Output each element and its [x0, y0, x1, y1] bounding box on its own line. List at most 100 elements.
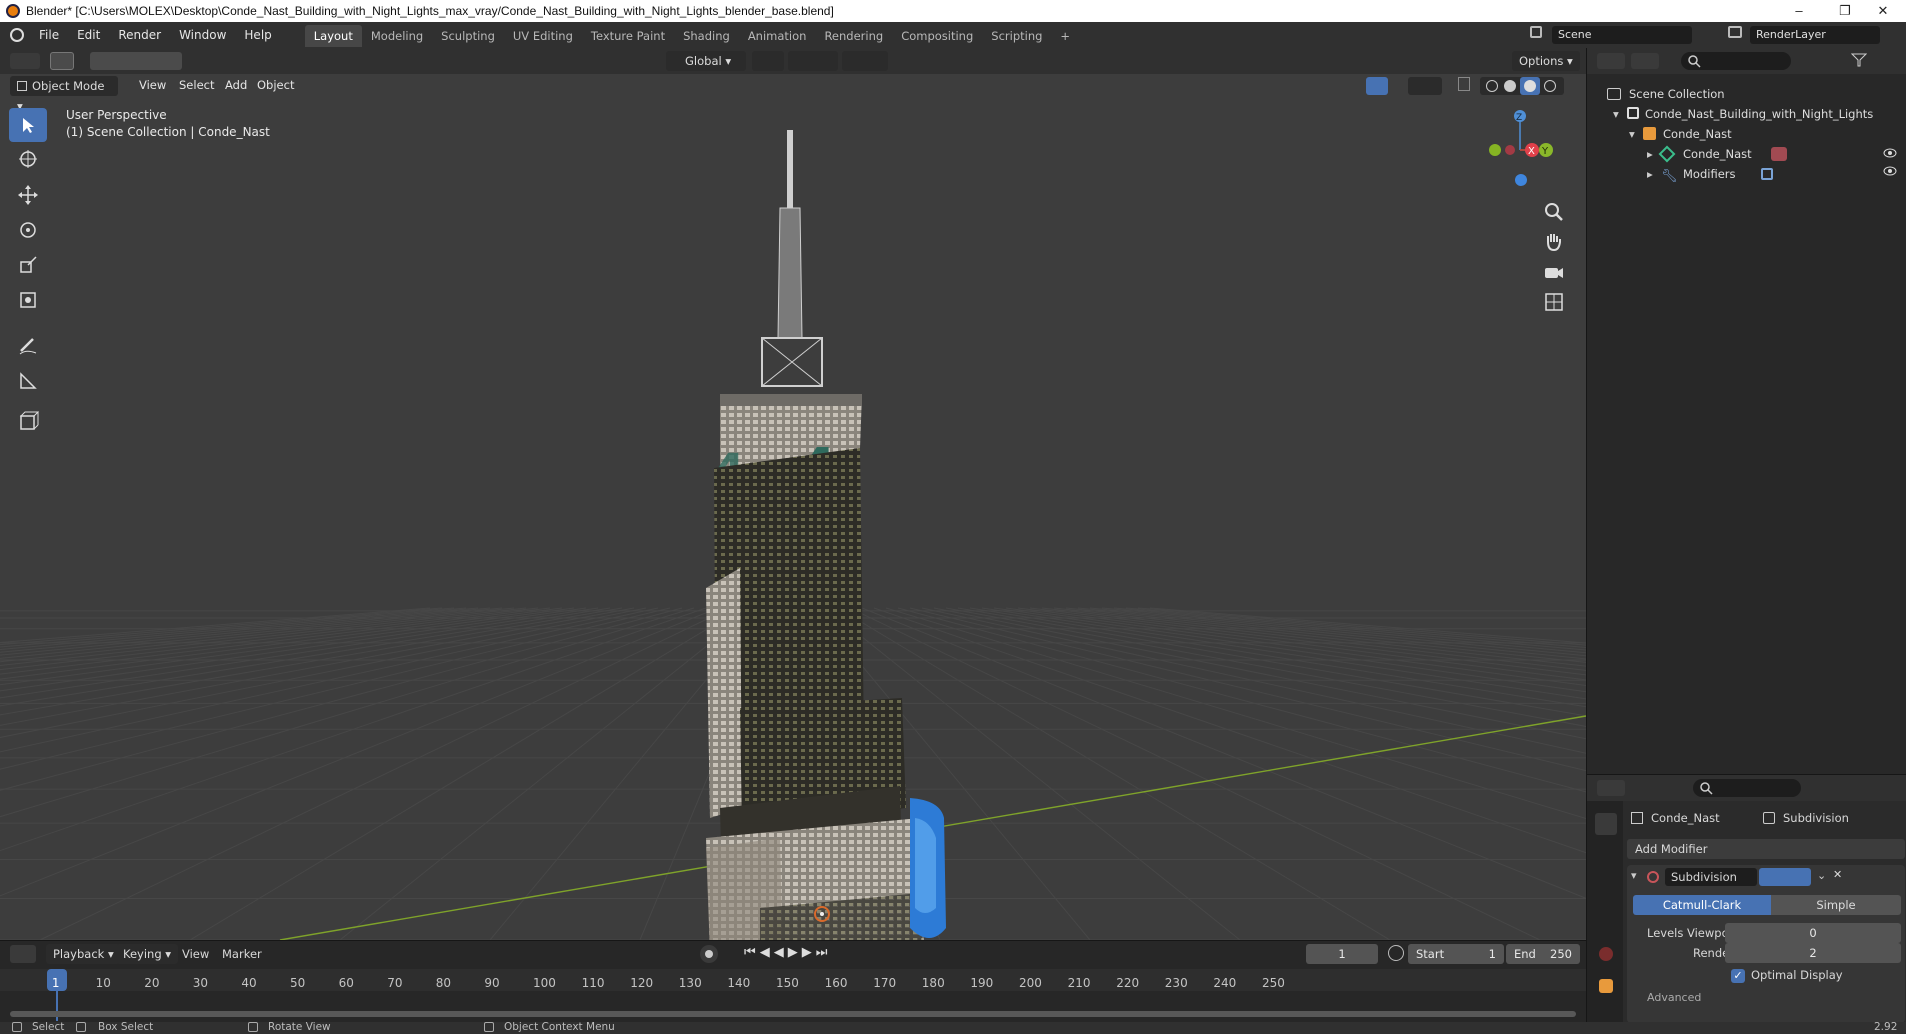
ortho-grid-icon[interactable] [1542, 290, 1566, 314]
close-window-button[interactable]: ✕ [1860, 0, 1906, 22]
output-tab-icon[interactable] [1595, 869, 1617, 891]
outliner-row-modifiers[interactable]: ▸ 🔧︎ Modifiers [1587, 164, 1906, 184]
keying-menu[interactable]: Keying ▾ [116, 944, 179, 964]
render-layer-icon[interactable] [1728, 26, 1742, 38]
render-layer-field[interactable]: RenderLayer [1750, 26, 1880, 44]
minimize-button[interactable]: – [1776, 0, 1822, 22]
tab-sculpting[interactable]: Sculpting [432, 25, 504, 47]
menu-edit[interactable]: Edit [68, 22, 109, 48]
menu-render[interactable]: Render [109, 22, 170, 48]
ruler-tick-label: 130 [678, 976, 702, 990]
move-icon[interactable] [9, 178, 47, 212]
tab-shading[interactable]: Shading [674, 25, 739, 47]
scale-icon[interactable] [9, 248, 47, 282]
properties-search-input[interactable] [1693, 779, 1801, 797]
outliner[interactable]: Scene Collection ▾ Conde_Nast_Building_w… [1586, 48, 1906, 774]
playback-menu[interactable]: Playback ▾ [46, 944, 121, 964]
tool-tab-icon[interactable] [1595, 813, 1617, 835]
record-icon[interactable] [700, 945, 718, 963]
menu-window[interactable]: Window [170, 22, 235, 48]
rotate-icon[interactable] [9, 213, 47, 247]
current-frame-field[interactable]: 1 [1306, 944, 1378, 964]
ruler-tick-label: 240 [1213, 976, 1237, 990]
add-modifier-dropdown[interactable]: Add Modifier [1627, 839, 1905, 859]
ruler-tick-label: 250 [1262, 976, 1285, 990]
tab-modeling[interactable]: Modeling [362, 25, 432, 47]
tab-rendering[interactable]: Rendering [815, 25, 892, 47]
tab-animation[interactable]: Animation [739, 25, 816, 47]
scene-tab-icon[interactable] [1595, 921, 1617, 943]
expand-arrow-icon[interactable]: ▾ [1613, 104, 1619, 124]
tab-scripting[interactable]: Scripting [982, 25, 1051, 47]
timeline-editor-type-icon[interactable] [10, 945, 36, 963]
measure-icon[interactable] [9, 364, 47, 398]
building-model[interactable]: 4 4 [0, 48, 1586, 940]
world-tab-icon[interactable] [1599, 947, 1613, 961]
outliner-row-mesh[interactable]: ▸ Conde_Nast [1587, 144, 1906, 164]
tab-layout[interactable]: Layout [304, 25, 362, 47]
menu-file[interactable]: File [30, 22, 68, 48]
render-tab-icon[interactable] [1595, 843, 1617, 865]
remove-modifier-icon[interactable]: ✕ [1833, 868, 1842, 881]
properties-editor[interactable]: Conde_Nast Subdivision Add Modifier ▾ Su… [1586, 774, 1906, 1023]
filter-icon[interactable] [1850, 53, 1877, 69]
add-workspace-button[interactable]: + [1051, 25, 1079, 47]
catmull-clark-button[interactable]: Catmull-Clark [1633, 895, 1771, 915]
scene-icon[interactable] [1530, 26, 1542, 38]
advanced-subpanel-label[interactable]: Advanced [1647, 991, 1701, 1004]
annotate-icon[interactable] [9, 328, 47, 362]
optimal-display-checkbox[interactable]: ✓ [1731, 969, 1745, 983]
timeline-menu-view[interactable]: View [182, 947, 209, 961]
menu-help[interactable]: Help [235, 22, 280, 48]
blender-menu-icon[interactable] [10, 28, 24, 42]
navigation-gizmo[interactable]: Z X Y [1480, 108, 1560, 198]
pan-hand-icon[interactable] [1542, 230, 1566, 254]
scene-field[interactable]: Scene [1552, 26, 1692, 44]
ruler-tick-label: 100 [533, 976, 556, 990]
outliner-row-collection[interactable]: ▾ Conde_Nast_Building_with_Night_Lights [1587, 104, 1906, 124]
timeline-scrollbar[interactable] [10, 1011, 1576, 1017]
transform-icon[interactable] [9, 283, 47, 317]
expand-arrow-icon[interactable]: ▸ [1647, 144, 1653, 164]
levels-viewport-field[interactable]: 0 [1725, 923, 1901, 943]
playback-controls[interactable]: ⏮◀◀▶▶⏭ [744, 945, 854, 963]
tab-texture-paint[interactable]: Texture Paint [582, 25, 674, 47]
end-frame-field[interactable]: End 250 [1506, 944, 1580, 964]
ruler-tick-label: 30 [192, 976, 209, 990]
stopwatch-icon[interactable] [1388, 945, 1404, 961]
simple-button[interactable]: Simple [1771, 895, 1901, 915]
outliner-row-object[interactable]: ▾ Conde_Nast [1587, 124, 1906, 144]
camera-icon[interactable] [1542, 260, 1566, 284]
modifier-display-toggles[interactable] [1759, 868, 1811, 886]
modifier-name-field[interactable]: Subdivision [1665, 868, 1757, 886]
outliner-editor-type-icon[interactable] [1597, 53, 1625, 69]
zoom-icon[interactable] [1542, 200, 1566, 224]
timeline-editor[interactable]: Playback ▾ Keying ▾ View Marker ⏮◀◀▶▶⏭ 1… [0, 940, 1586, 1022]
view-layer-tab-icon[interactable] [1595, 895, 1617, 917]
start-frame-field[interactable]: Start 1 [1408, 944, 1504, 964]
render-levels-field[interactable]: 2 [1725, 943, 1901, 963]
ruler-tick-label: 180 [921, 976, 945, 990]
add-cube-icon[interactable] [9, 404, 47, 438]
collapse-arrow-icon[interactable]: ▾ [1631, 869, 1637, 882]
material-icon[interactable] [1771, 147, 1787, 161]
optimal-display-label: Optimal Display [1751, 968, 1843, 982]
properties-editor-type-icon[interactable] [1597, 780, 1625, 796]
display-mode-icon[interactable] [1631, 53, 1659, 69]
modifier-dropdown-icon[interactable]: ⌄ [1817, 869, 1826, 882]
subdivision-modifier-icon[interactable] [1761, 168, 1773, 180]
expand-arrow-icon[interactable]: ▸ [1647, 164, 1653, 184]
cursor-icon[interactable] [9, 142, 47, 176]
object-tab-icon[interactable] [1599, 979, 1613, 993]
tab-compositing[interactable]: Compositing [892, 25, 982, 47]
select-box-icon[interactable] [9, 108, 47, 142]
outliner-search-input[interactable] [1681, 52, 1791, 70]
eye-icon[interactable] [1883, 148, 1897, 162]
ruler-tick-label: 200 [1019, 976, 1042, 990]
3d-viewport[interactable]: Global ▾ Options ▾ Object Mode ▾ View Se… [0, 48, 1586, 940]
outliner-row-scene-collection[interactable]: Scene Collection [1587, 84, 1906, 104]
timeline-menu-marker[interactable]: Marker [222, 947, 262, 961]
tab-uv-editing[interactable]: UV Editing [504, 25, 582, 47]
expand-arrow-icon[interactable]: ▾ [1629, 124, 1635, 144]
eye-icon[interactable] [1883, 166, 1897, 180]
